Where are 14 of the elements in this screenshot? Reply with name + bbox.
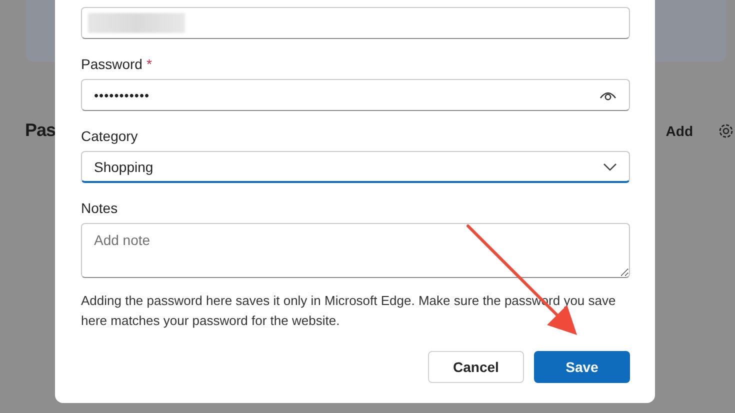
notes-field[interactable]: Add note: [81, 223, 630, 278]
add-link[interactable]: Add: [666, 122, 693, 138]
cancel-button[interactable]: Cancel: [428, 351, 524, 383]
category-label: Category: [81, 128, 139, 144]
password-label: Password *: [81, 56, 153, 72]
required-marker: *: [146, 56, 152, 72]
category-dropdown[interactable]: Shopping: [81, 151, 630, 183]
save-button[interactable]: Save: [534, 351, 630, 383]
chevron-down-icon: [603, 162, 617, 170]
password-field[interactable]: •••••••••••: [81, 79, 630, 111]
notes-label: Notes: [81, 200, 119, 216]
page-heading: Pas: [25, 120, 56, 141]
settings-icon[interactable]: [717, 122, 735, 140]
username-field[interactable]: [81, 7, 630, 39]
